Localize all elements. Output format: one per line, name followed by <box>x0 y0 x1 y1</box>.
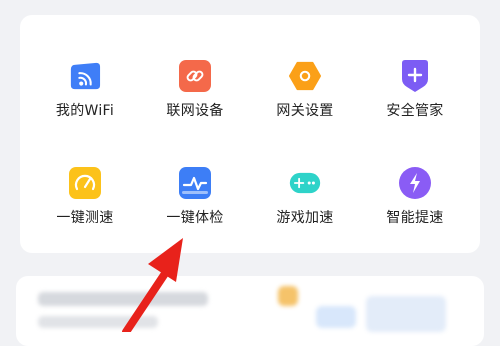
tile-label: 联网设备 <box>166 103 224 119</box>
tile-label: 智能提速 <box>386 210 444 226</box>
tile-connected-devices[interactable]: 联网设备 <box>140 28 250 128</box>
blurred-icon <box>278 286 298 306</box>
tile-security-manager[interactable]: 安全管家 <box>360 28 470 128</box>
lightning-icon <box>399 167 431 199</box>
health-check-icon <box>179 167 211 199</box>
blurred-text <box>38 316 158 328</box>
tile-label: 游戏加速 <box>276 210 334 226</box>
tile-label: 一键体检 <box>166 210 224 226</box>
blurred-icon <box>316 306 356 328</box>
blurred-text <box>38 292 208 306</box>
tile-label: 安全管家 <box>386 103 444 119</box>
tile-gateway-settings[interactable]: 网关设置 <box>250 28 360 128</box>
tile-my-wifi[interactable]: 我的WiFi <box>30 28 140 128</box>
tile-health-check[interactable]: 一键体检 <box>140 135 250 235</box>
wifi-icon <box>69 60 101 92</box>
feature-grid-card: 我的WiFi 联网设备 网关设置 安全管家 一键测速 一键体检 游戏加速 智能提… <box>20 15 480 253</box>
tile-speed-test[interactable]: 一键测速 <box>30 135 140 235</box>
gamepad-icon <box>289 167 321 199</box>
hexagon-gateway-icon <box>289 60 321 92</box>
lower-card <box>16 276 484 346</box>
tile-label: 网关设置 <box>276 103 334 119</box>
tile-game-boost[interactable]: 游戏加速 <box>250 135 360 235</box>
blurred-icon <box>366 296 446 332</box>
tile-label: 我的WiFi <box>55 103 115 119</box>
tile-smart-boost[interactable]: 智能提速 <box>360 135 470 235</box>
tile-label: 一键测速 <box>56 210 114 226</box>
speed-gauge-icon <box>69 167 101 199</box>
link-icon <box>179 60 211 92</box>
shield-plus-icon <box>399 60 431 92</box>
